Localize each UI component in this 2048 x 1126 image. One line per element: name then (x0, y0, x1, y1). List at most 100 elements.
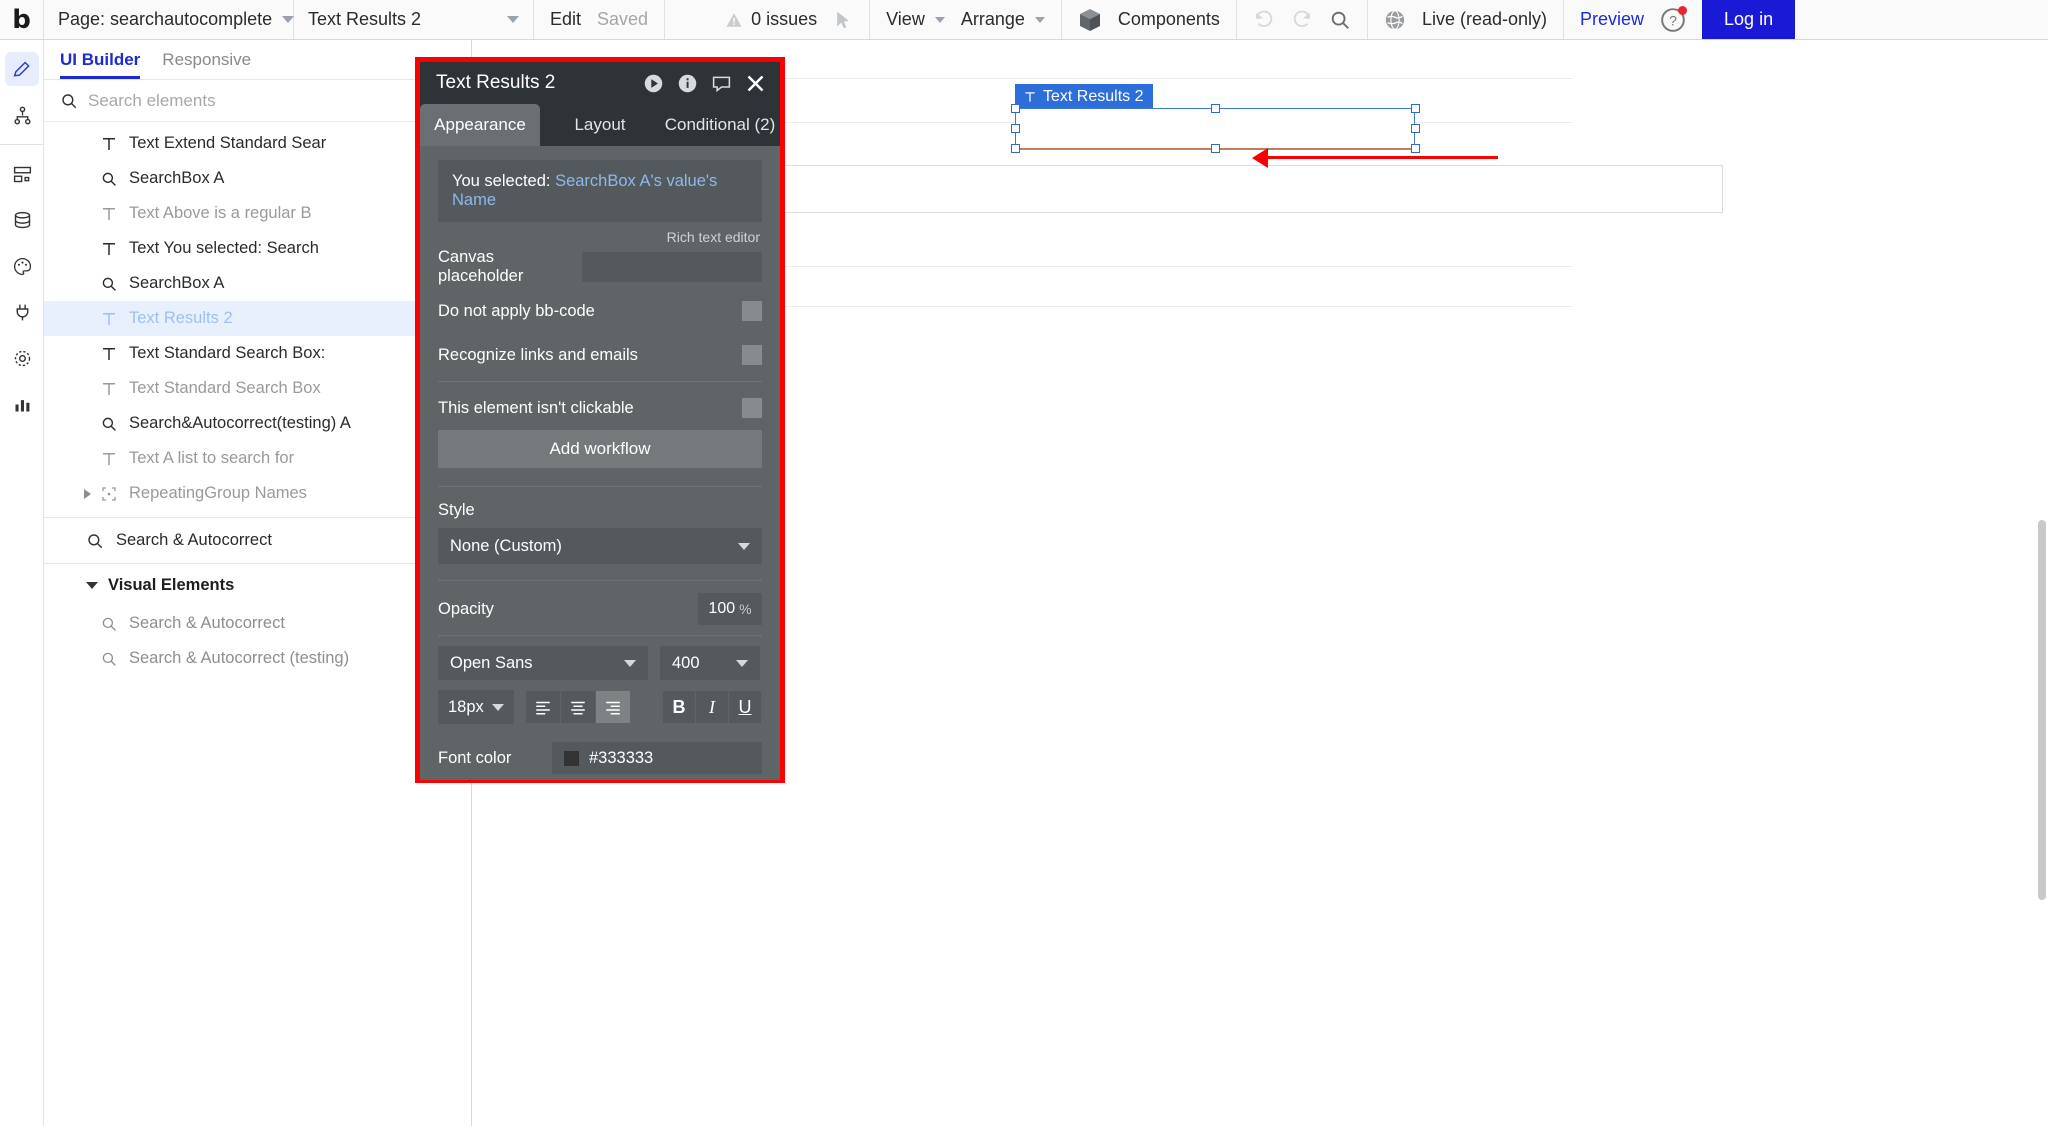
resize-handle-tr[interactable] (1411, 104, 1420, 113)
chevron-down-icon (282, 16, 295, 23)
live-mode-group[interactable]: Live (read-only) (1368, 0, 1564, 39)
align-left-icon[interactable] (526, 691, 560, 723)
align-center-icon[interactable] (561, 691, 595, 723)
components-group[interactable]: Components (1062, 0, 1237, 39)
tab-conditional[interactable]: Conditional (2) (660, 104, 780, 146)
layout-icon (5, 157, 39, 191)
issues-group[interactable]: 0 issues (665, 0, 871, 39)
tab-layout[interactable]: Layout (540, 104, 660, 146)
comment-icon[interactable] (711, 73, 732, 94)
issues-item[interactable]: 0 issues (725, 9, 817, 30)
rail-item-plugins[interactable] (0, 289, 44, 335)
group-icon (102, 486, 116, 501)
italic-icon[interactable]: I (696, 691, 728, 723)
tab-appearance[interactable]: Appearance (420, 104, 540, 146)
play-circle-icon[interactable] (643, 73, 664, 94)
font-size-select[interactable]: 18px (438, 690, 514, 724)
text-icon (103, 347, 115, 360)
help-button[interactable]: ? (1660, 5, 1688, 33)
rail-item-styles[interactable] (0, 243, 44, 289)
tree-item[interactable]: Text Above is a regular B⋮ (44, 196, 471, 231)
dialog-body: You selected: SearchBox A's value's Name… (420, 146, 780, 780)
font-color-input[interactable]: #333333 (552, 742, 762, 774)
cursor-arrow-icon[interactable] (833, 9, 853, 31)
tree-item[interactable]: Text A list to search for⋮ (44, 441, 471, 476)
rail-item-layout[interactable] (0, 151, 44, 197)
bbcode-checkbox[interactable] (742, 301, 762, 321)
view-menu[interactable]: View (886, 9, 945, 30)
search-autocorrect-row[interactable]: Search & Autocorrect (44, 518, 471, 564)
rail-item-settings[interactable] (0, 335, 44, 381)
rail-item-logs[interactable] (0, 381, 44, 427)
tree-item[interactable]: RepeatingGroup Names⋮ (44, 476, 471, 511)
opacity-unit: % (739, 601, 752, 617)
search-icon[interactable] (1329, 9, 1351, 31)
tree-item[interactable]: Text Extend Standard Sear⋮ (44, 126, 471, 161)
opacity-input[interactable]: 100 % (698, 593, 762, 625)
rail-item-data[interactable] (0, 197, 44, 243)
tab-ui-builder[interactable]: UI Builder (60, 50, 141, 79)
resize-handle-tc[interactable] (1211, 104, 1220, 113)
resize-handle-bc[interactable] (1211, 144, 1220, 153)
underline-icon[interactable]: U (729, 691, 761, 723)
edit-label[interactable]: Edit (550, 9, 581, 30)
close-icon[interactable] (745, 73, 766, 94)
selection-expression-box[interactable]: You selected: SearchBox A's value's Name (438, 160, 762, 222)
visual-elements-header[interactable]: Visual Elements (44, 564, 471, 606)
tree-item-label: Text Standard Search Box: (129, 344, 326, 362)
section-divider (438, 635, 762, 636)
visual-element-item[interactable]: Search & Autocorrect (testing) (44, 641, 471, 676)
database-icon (5, 203, 39, 237)
tree-item-label: Text A list to search for (129, 449, 295, 467)
visual-element-item[interactable]: Search & Autocorrect (44, 606, 471, 641)
resize-handle-ml[interactable] (1011, 124, 1020, 133)
redo-icon[interactable] (1291, 9, 1313, 31)
tree-item[interactable]: SearchBox A⋮ (44, 266, 471, 301)
resize-handle-tl[interactable] (1011, 104, 1020, 113)
login-button[interactable]: Log in (1702, 0, 1796, 39)
canvas-placeholder-input[interactable] (582, 252, 762, 282)
element-selector[interactable]: Text Results 2 (294, 0, 534, 39)
tree-item[interactable]: Text Standard Search Box:⋮ (44, 336, 471, 371)
text-icon (103, 207, 115, 220)
rail-item-design[interactable] (0, 46, 44, 92)
rail-item-workflow[interactable] (0, 92, 44, 138)
bubble-logo[interactable]: b (0, 0, 44, 39)
tree-item[interactable]: Text Results 2⋮ (44, 301, 471, 336)
tree-item[interactable]: Text You selected: Search⋮ (44, 231, 471, 266)
page-selector[interactable]: Page: searchautocomplete (44, 0, 295, 39)
expand-arrow-icon[interactable] (84, 488, 91, 499)
canvas-placeholder-label: Canvas placeholder (438, 248, 524, 285)
search-input[interactable] (88, 90, 428, 111)
section-divider (438, 381, 762, 382)
selection-badge: Text Results 2 (1015, 84, 1154, 111)
canvas-scrollbar[interactable] (2038, 520, 2046, 900)
font-weight-select[interactable]: 400 (660, 646, 760, 680)
preview-button[interactable]: Preview (1580, 9, 1644, 30)
font-family-select[interactable]: Open Sans (438, 646, 648, 680)
bold-icon[interactable]: B (663, 691, 695, 723)
chart-icon (5, 387, 39, 421)
arrange-menu[interactable]: Arrange (961, 9, 1045, 30)
resize-handle-br[interactable] (1411, 144, 1420, 153)
tab-responsive[interactable]: Responsive (162, 50, 251, 79)
recognize-links-checkbox[interactable] (742, 345, 762, 365)
search-icon (62, 93, 77, 108)
resize-handle-bl[interactable] (1011, 144, 1020, 153)
style-select[interactable]: None (Custom) (438, 528, 762, 564)
info-circle-icon[interactable] (677, 73, 698, 94)
tree-item[interactable]: Search&Autocorrect(testing) A⋮ (44, 406, 471, 441)
tree-item-label: SearchBox A (129, 169, 225, 187)
add-workflow-button[interactable]: Add workflow (438, 430, 762, 468)
undo-icon[interactable] (1253, 9, 1275, 31)
view-label: View (886, 9, 925, 29)
resize-handle-mr[interactable] (1411, 124, 1420, 133)
rich-text-editor-note[interactable]: Rich text editor (438, 229, 762, 245)
search-elements-row[interactable] (44, 80, 471, 122)
align-right-icon[interactable] (596, 691, 630, 723)
tree-item[interactable]: Text Standard Search Box⋮ (44, 371, 471, 406)
canvas-text-box[interactable] (783, 165, 1723, 213)
not-clickable-checkbox[interactable] (742, 398, 762, 418)
tree-item[interactable]: SearchBox A⋮ (44, 161, 471, 196)
color-swatch[interactable] (564, 750, 579, 766)
